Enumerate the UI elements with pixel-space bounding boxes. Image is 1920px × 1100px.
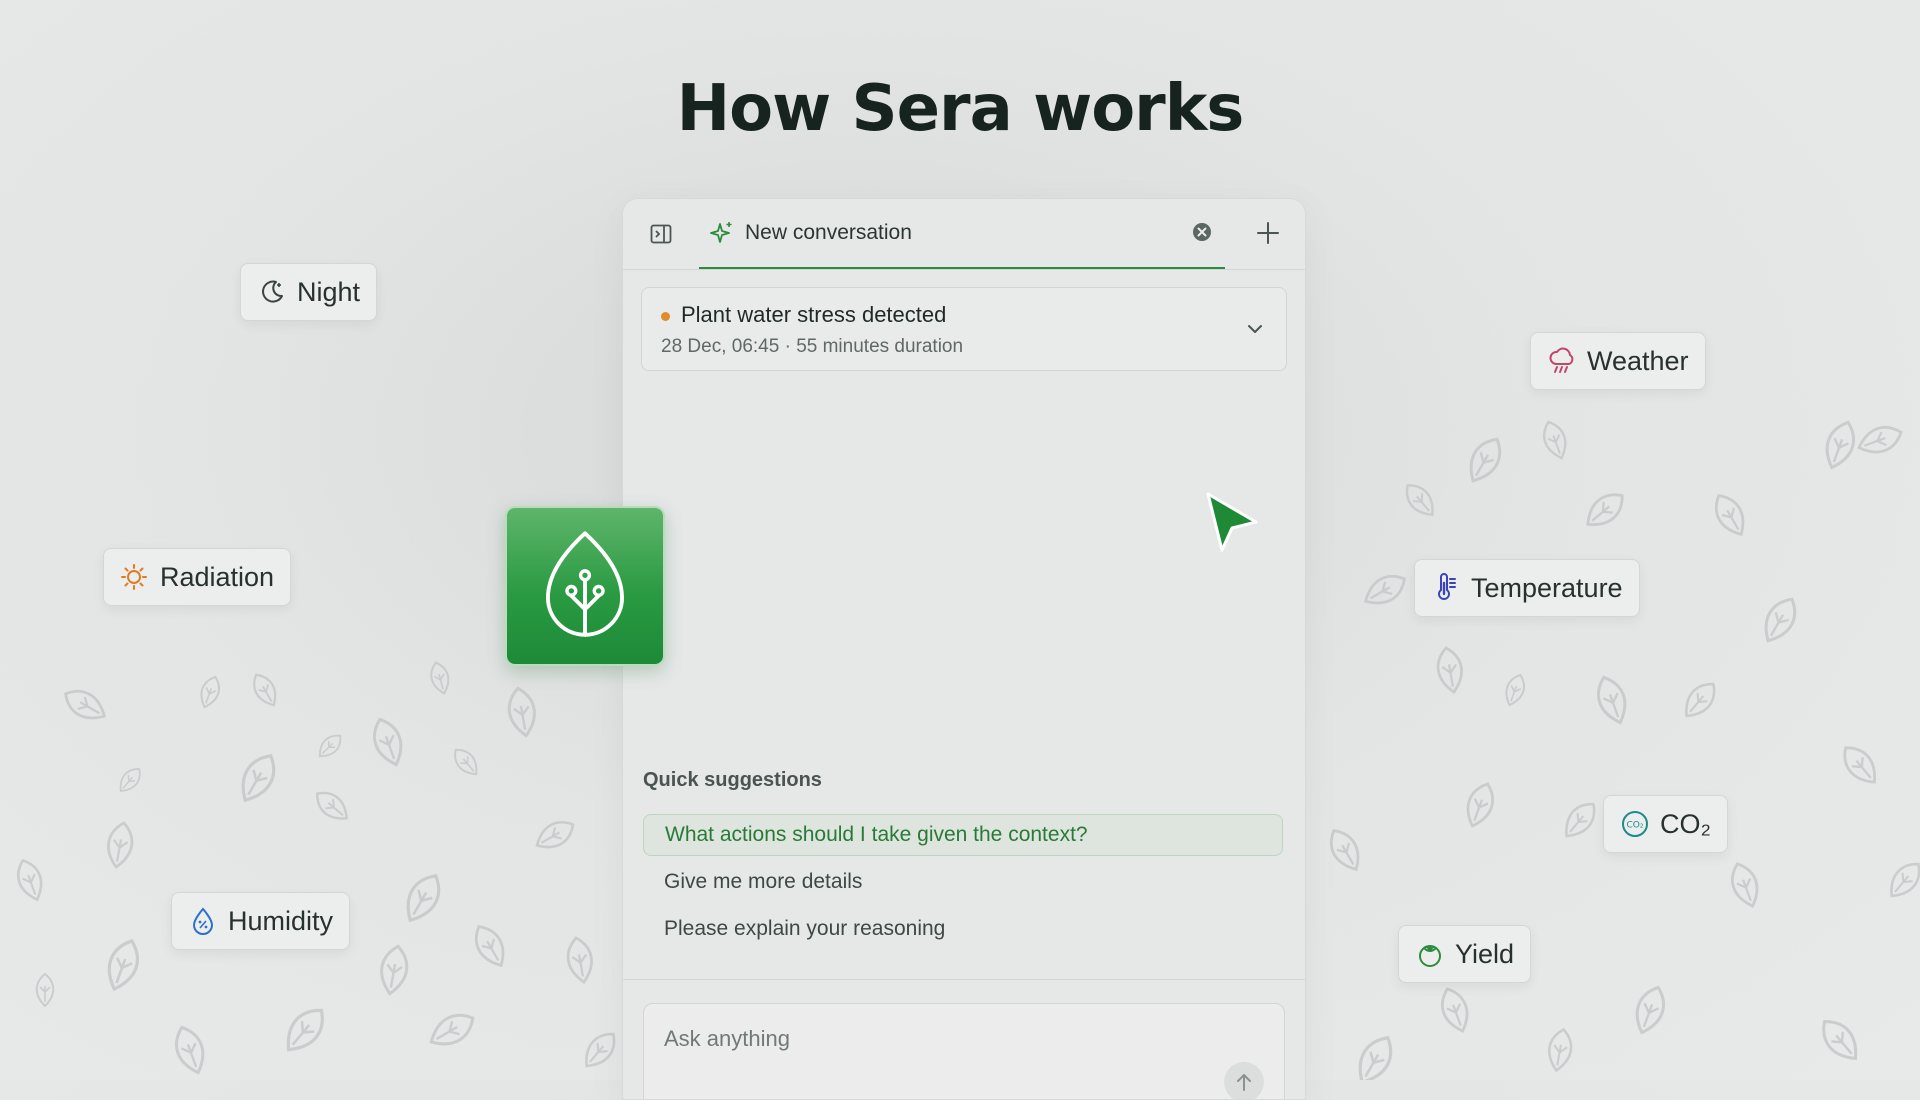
co2-icon: CO₂ <box>1622 811 1648 837</box>
quick-suggestions-title: Quick suggestions <box>643 769 822 791</box>
chip-co2: CO₂ CO₂ <box>1603 795 1728 853</box>
thermometer-icon <box>1438 573 1456 600</box>
chip-radiation-label: Radiation <box>160 561 275 592</box>
chip-temperature: Temperature <box>1414 559 1640 617</box>
ask-input[interactable] <box>644 1004 1284 1074</box>
chip-night: Night <box>240 263 378 321</box>
sera-app-logo <box>505 506 665 666</box>
tomato-icon <box>1419 945 1441 967</box>
add-icon[interactable] <box>1255 220 1281 246</box>
chip-night-label: Night <box>297 276 361 307</box>
alert-status-dot <box>661 312 670 321</box>
alert-title: Plant water stress detected <box>681 302 947 327</box>
tab-new-conversation[interactable]: New conversation <box>699 199 1225 269</box>
moon-icon <box>262 280 283 303</box>
chip-yield-label: Yield <box>1455 938 1515 969</box>
chip-weather-label: Weather <box>1587 345 1689 376</box>
suggestion-item[interactable]: What actions should I take given the con… <box>643 814 1283 856</box>
panel-header: New conversation <box>623 199 1305 270</box>
chip-yield: Yield <box>1398 925 1532 983</box>
svg-text:CO₂: CO₂ <box>1627 821 1644 831</box>
arrow-up-icon <box>1237 1074 1251 1091</box>
cloud-rain-icon <box>1549 347 1574 373</box>
close-tab-icon[interactable] <box>1191 221 1213 243</box>
chip-humidity-label: Humidity <box>228 905 334 936</box>
suggestion-item[interactable]: Please explain your reasoning <box>643 908 1283 950</box>
sparkle-icon <box>710 222 732 243</box>
mouse-cursor-icon <box>1206 492 1258 552</box>
divider <box>623 979 1305 980</box>
chip-temperature-label: Temperature <box>1471 572 1623 603</box>
alert-card[interactable]: Plant water stress detected 28 Dec, 06:4… <box>641 287 1287 371</box>
chip-weather: Weather <box>1530 332 1706 390</box>
send-button[interactable] <box>1224 1062 1264 1099</box>
suggestion-item[interactable]: Give me more details <box>643 861 1283 903</box>
chip-humidity: Humidity <box>171 892 351 950</box>
water-drop-percent-icon <box>192 907 214 935</box>
sun-icon <box>121 564 147 590</box>
sidebar-toggle-icon[interactable] <box>649 222 673 246</box>
ask-box <box>643 1003 1285 1099</box>
leaf-logo-icon <box>546 531 624 637</box>
chevron-down-icon[interactable] <box>1246 320 1264 338</box>
page-title: How Sera works <box>676 72 1245 146</box>
chip-co2-label: CO₂ <box>1660 808 1711 839</box>
chip-radiation: Radiation <box>103 548 292 606</box>
alert-meta: 28 Dec, 06:45 · 55 minutes duration <box>661 336 964 357</box>
chat-panel: New conversation Plant water stress dete… <box>622 198 1306 1100</box>
tab-label: New conversation <box>745 221 912 244</box>
